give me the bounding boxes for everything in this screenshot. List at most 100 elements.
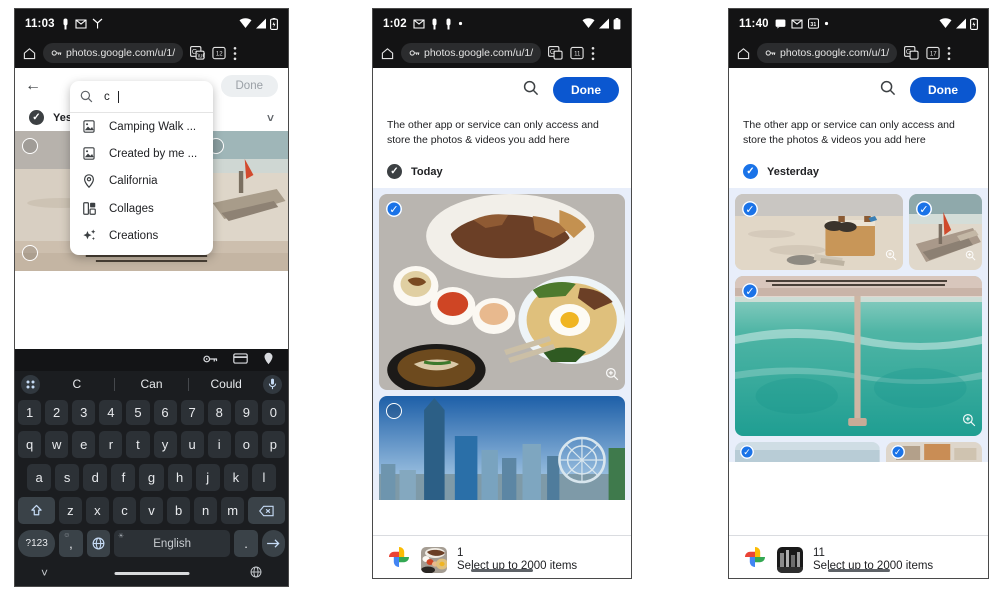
suggestion-word-1[interactable]: C [40,377,114,391]
key-m[interactable]: m [221,497,245,524]
search-icon[interactable] [523,80,539,101]
zoom-in-icon[interactable] [965,249,976,264]
symbols-key[interactable]: ?123 [18,530,56,557]
tile-beach-bag-sandals[interactable]: ✓ [735,194,903,271]
key-a[interactable]: a [27,464,52,491]
enter-arrow-icon[interactable] [261,530,285,557]
suggestion-created-by-me[interactable]: Created by me ... [70,140,213,167]
selected-thumbnail[interactable] [777,546,803,573]
gesture-handle[interactable] [827,569,890,572]
key-x[interactable]: x [85,497,109,524]
selected-thumbnail[interactable] [421,546,447,573]
globe-icon[interactable] [86,530,110,557]
globe-icon[interactable] [250,566,262,581]
key-z[interactable]: z [58,497,82,524]
key-5[interactable]: 5 [126,400,150,425]
select-circle-icon[interactable] [22,138,38,154]
key-u[interactable]: u [180,431,204,458]
key-9[interactable]: 9 [234,400,258,425]
key-2[interactable]: 2 [45,400,69,425]
suggestion-word-3[interactable]: Could [189,377,263,391]
translate-icon[interactable]: G [904,46,919,60]
password-key-icon[interactable] [203,354,218,367]
key-4[interactable]: 4 [99,400,123,425]
shift-icon[interactable] [17,497,55,524]
key-s[interactable]: s [55,464,80,491]
chevron-down-icon[interactable]: ˅ [267,111,274,125]
selected-check-icon[interactable]: ✓ [890,445,905,460]
translate-icon[interactable]: G\u6587 [190,46,205,60]
key-w[interactable]: w [45,431,69,458]
calendar-icon[interactable]: 17 [926,46,940,60]
search-input[interactable]: c [70,81,213,113]
calendar-icon[interactable]: 11 [570,46,584,60]
suggestion-collages[interactable]: Collages [70,195,213,222]
overflow-menu-icon[interactable] [947,46,951,61]
card-icon[interactable] [233,353,248,367]
key-i[interactable]: i [207,431,231,458]
key-o[interactable]: o [234,431,258,458]
zoom-in-icon[interactable] [885,249,897,264]
key-k[interactable]: k [223,464,248,491]
key-r[interactable]: r [99,431,123,458]
overflow-menu-icon[interactable] [233,46,237,61]
gesture-handle[interactable] [471,569,533,572]
key-j[interactable]: j [195,464,220,491]
key-b[interactable]: b [167,497,191,524]
tile-beach-partial[interactable]: ✓ [735,442,880,463]
keyboard-grid-icon[interactable] [21,374,40,394]
tile-food-partial[interactable]: ✓ [885,442,982,463]
key-3[interactable]: 3 [72,400,96,425]
backspace-icon[interactable] [248,497,286,524]
space-key[interactable]: ☀ English [113,530,231,557]
tile-beach-driftwood[interactable]: ✓ [908,194,982,271]
translate-icon[interactable]: G [548,46,563,60]
zoom-in-icon[interactable] [605,367,619,384]
address-bar[interactable]: photos.google.com/u/1/ [757,43,898,63]
back-button[interactable]: ← [25,77,41,95]
zoom-in-icon[interactable] [962,413,976,430]
key-p[interactable]: p [261,431,285,458]
home-icon[interactable] [23,47,36,60]
chevron-down-icon[interactable]: ˅ [41,566,48,580]
key-f[interactable]: f [111,464,136,491]
key-1[interactable]: 1 [18,400,42,425]
tile-aerial-turquoise-pier[interactable]: ✓ [735,276,982,437]
suggestion-california[interactable]: California [70,167,213,195]
key-g[interactable]: g [139,464,164,491]
key-t[interactable]: t [126,431,150,458]
comma-key[interactable]: ☺ , [59,530,83,557]
period-key[interactable]: . [234,530,258,557]
key-e[interactable]: e [72,431,96,458]
done-button-disabled[interactable]: Done [220,75,278,97]
microphone-icon[interactable] [263,374,283,394]
suggestion-creations[interactable]: Creations [70,222,213,249]
tile-city-skyline[interactable] [379,396,625,501]
location-pin-icon[interactable] [263,352,274,368]
key-d[interactable]: d [83,464,108,491]
key-q[interactable]: q [18,431,42,458]
search-icon[interactable] [880,80,896,101]
section-check-icon[interactable]: ✓ [387,164,402,180]
gesture-handle[interactable] [114,571,189,575]
key-8[interactable]: 8 [207,400,231,425]
calendar-icon[interactable]: 12 [212,46,226,60]
tile-beach-driftwood[interactable] [200,131,288,241]
key-7[interactable]: 7 [180,400,204,425]
tile-korean-food[interactable]: ✓ [379,194,625,391]
done-button[interactable]: Done [910,77,976,103]
key-c[interactable]: c [112,497,136,524]
home-icon[interactable] [381,47,394,60]
key-6[interactable]: 6 [153,400,177,425]
overflow-menu-icon[interactable] [591,46,595,61]
key-n[interactable]: n [194,497,218,524]
key-h[interactable]: h [167,464,192,491]
home-icon[interactable] [737,47,750,60]
suggestion-word-2[interactable]: Can [115,377,189,391]
section-check-icon[interactable]: ✓ [743,164,758,180]
key-y[interactable]: y [153,431,177,458]
section-check-icon[interactable]: ✓ [29,110,44,125]
key-v[interactable]: v [139,497,164,524]
address-bar[interactable]: photos.google.com/u/1/ [43,43,184,63]
key-l[interactable]: l [251,464,276,491]
